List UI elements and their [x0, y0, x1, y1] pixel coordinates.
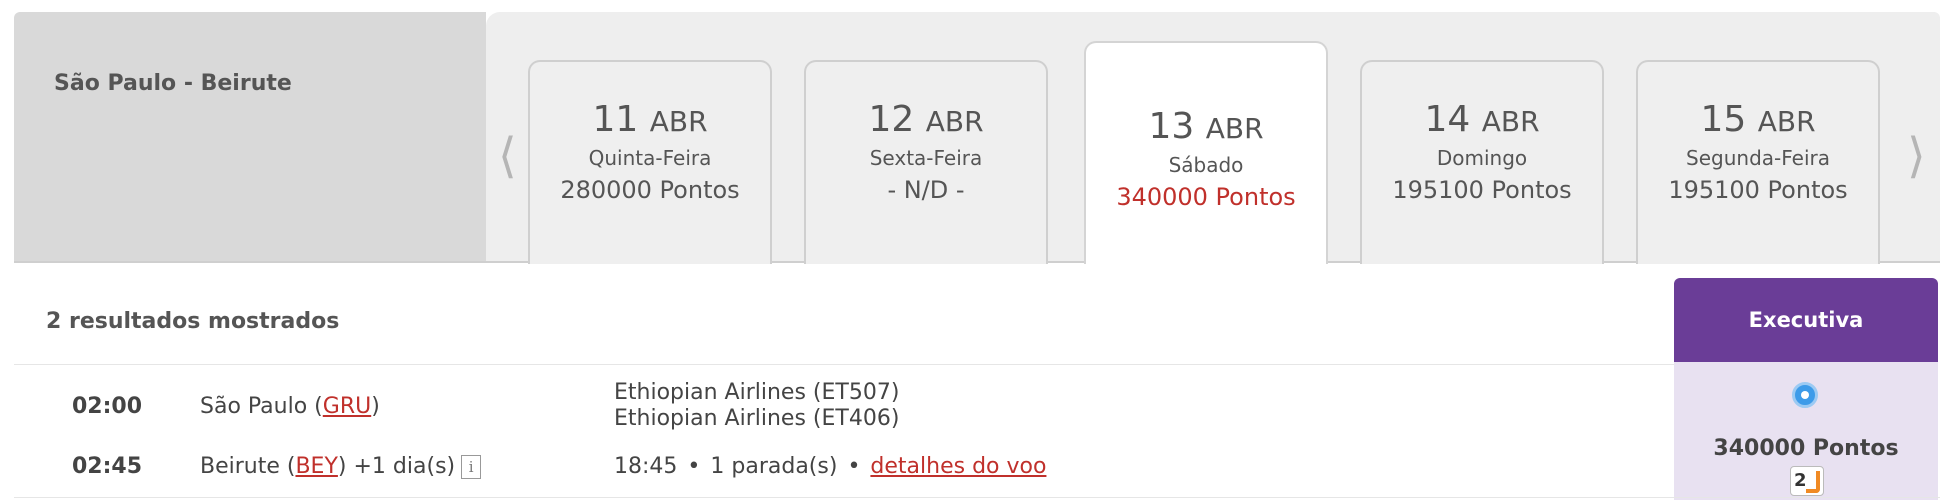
flight-segment: Ethiopian Airlines (ET507): [614, 380, 900, 405]
flight-segment: Ethiopian Airlines (ET406): [614, 406, 900, 431]
info-icon[interactable]: i: [461, 455, 482, 479]
flight-stops: 1 parada(s): [710, 454, 838, 479]
arrive-airport-link[interactable]: BEY: [295, 454, 337, 479]
date-day: 12 ABR: [868, 99, 984, 140]
separator-dot: •: [847, 454, 861, 479]
date-card-12[interactable]: 12 ABR Sexta-Feira - N/D -: [804, 60, 1048, 264]
flight-segments: Ethiopian Airlines (ET507) Ethiopian Air…: [614, 380, 899, 432]
next-day-label: +1 dia(s): [353, 454, 456, 479]
date-day: 11 ABR: [592, 99, 708, 140]
divider: [14, 497, 1940, 498]
date-weekday: Segunda-Feira: [1686, 146, 1830, 170]
route-panel: São Paulo - Beirute: [14, 12, 486, 262]
depart-place: São Paulo (GRU): [200, 394, 380, 419]
date-card-11[interactable]: 11 ABR Quinta-Feira 280000 Pontos: [528, 60, 772, 264]
cabin-fare-cell[interactable]: 340000 Pontos 2: [1674, 362, 1938, 500]
divider: [14, 364, 1674, 365]
arrive-place: Beirute (BEY) +1 dia(s) i: [200, 454, 482, 479]
depart-airport-link[interactable]: GRU: [323, 394, 371, 419]
date-day: 14 ABR: [1424, 99, 1540, 140]
separator-dot: •: [687, 454, 701, 479]
cabin-points: 340000 Pontos: [1713, 436, 1899, 461]
arrive-time: 02:45: [72, 454, 143, 479]
date-weekday: Sexta-Feira: [869, 146, 983, 170]
flight-details-link[interactable]: detalhes do voo: [870, 454, 1046, 479]
depart-time: 02:00: [72, 394, 143, 419]
date-points: 340000 Pontos: [1116, 183, 1296, 211]
date-weekday: Sábado: [1168, 153, 1244, 177]
date-points: - N/D -: [887, 176, 965, 204]
fare-radio-selected[interactable]: [1792, 382, 1818, 408]
date-card-15[interactable]: 15 ABR Segunda-Feira 195100 Pontos: [1636, 60, 1880, 264]
chevron-left-icon[interactable]: ⟨: [498, 132, 517, 180]
flight-meta: 18:45 • 1 parada(s) • detalhes do voo: [614, 454, 1046, 479]
date-weekday: Quinta-Feira: [588, 146, 712, 170]
date-strip: São Paulo - Beirute ⟨ 11 ABR Quinta-Feir…: [14, 12, 1940, 264]
date-weekday: Domingo: [1436, 146, 1528, 170]
flight-search-results: São Paulo - Beirute ⟨ 11 ABR Quinta-Feir…: [14, 12, 1940, 500]
results-count: 2 resultados mostrados: [46, 309, 340, 334]
seat-icon: [1806, 471, 1820, 493]
seats-left-badge: 2: [1790, 466, 1824, 496]
date-points: 280000 Pontos: [560, 176, 740, 204]
route-title: São Paulo - Beirute: [54, 71, 292, 96]
chevron-right-icon[interactable]: ⟩: [1907, 132, 1926, 180]
cabin-header-executiva: Executiva: [1674, 278, 1938, 362]
date-day: 15 ABR: [1700, 99, 1816, 140]
date-points: 195100 Pontos: [1392, 176, 1572, 204]
date-card-13-selected[interactable]: 13 ABR Sábado 340000 Pontos: [1084, 41, 1328, 264]
date-points: 195100 Pontos: [1668, 176, 1848, 204]
date-card-14[interactable]: 14 ABR Domingo 195100 Pontos: [1360, 60, 1604, 264]
date-day: 13 ABR: [1148, 106, 1264, 147]
flight-duration: 18:45: [614, 454, 678, 479]
